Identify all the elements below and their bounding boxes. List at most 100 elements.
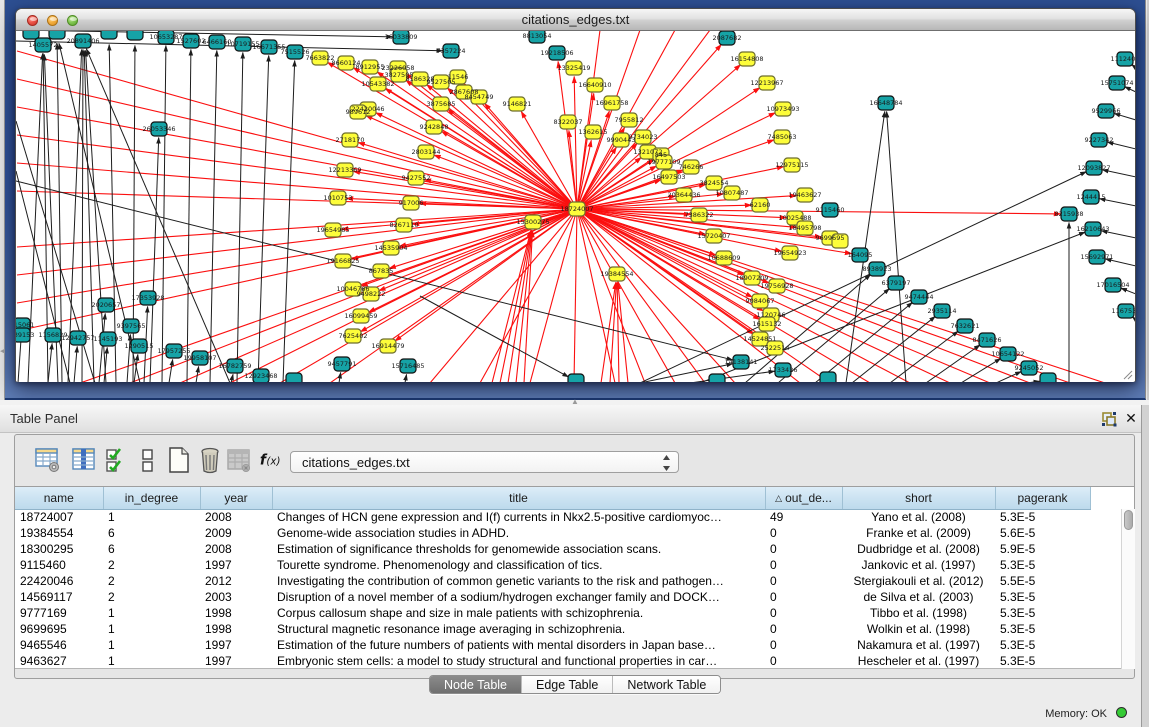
cell-name[interactable]: 18724007 bbox=[15, 509, 103, 525]
cell-short[interactable]: Jankovic et al. (1997) bbox=[842, 557, 995, 573]
cell-pagerank[interactable]: 5.3E-5 bbox=[995, 653, 1090, 669]
citation-edge-black[interactable] bbox=[109, 44, 116, 382]
cell-name[interactable]: 19384554 bbox=[15, 525, 103, 541]
cell-out_degree[interactable]: 0 bbox=[765, 653, 842, 669]
cell-year[interactable]: 2012 bbox=[200, 573, 272, 589]
graph-node[interactable] bbox=[820, 372, 836, 382]
table-row[interactable]: 969969511998Structural magnetic resonanc… bbox=[15, 621, 1120, 637]
cell-out_degree[interactable]: 49 bbox=[765, 509, 842, 525]
citation-edge-black[interactable] bbox=[16, 31, 393, 37]
cell-title[interactable]: Disruption of a novel member of a sodium… bbox=[272, 589, 765, 605]
column-header-in_degree[interactable]: in_degree bbox=[103, 487, 200, 509]
citation-edge-black[interactable] bbox=[1125, 87, 1135, 92]
cell-out_degree[interactable]: 0 bbox=[765, 605, 842, 621]
column-header-title[interactable]: title bbox=[272, 487, 765, 509]
cell-year[interactable]: 2008 bbox=[200, 509, 272, 525]
table-row[interactable]: 1830029562008Estimation of significance … bbox=[15, 541, 1120, 557]
citation-edge-black[interactable] bbox=[162, 45, 166, 382]
cell-title[interactable]: Structural magnetic resonance image aver… bbox=[272, 621, 765, 637]
cell-name[interactable]: 9465546 bbox=[15, 637, 103, 653]
cell-short[interactable]: Nakamura et al. (1997) bbox=[842, 637, 995, 653]
close-panel-icon[interactable]: ✕ bbox=[1123, 409, 1139, 427]
cell-year[interactable]: 2003 bbox=[200, 589, 272, 605]
cell-name[interactable]: 14569117 bbox=[15, 589, 103, 605]
cell-short[interactable]: de Silva et al. (2003) bbox=[842, 589, 995, 605]
cell-year[interactable]: 1998 bbox=[200, 621, 272, 637]
cell-in_degree[interactable]: 1 bbox=[103, 605, 200, 621]
citation-network-graph[interactable]: 1405572208914061065328715276026466160107… bbox=[16, 31, 1135, 382]
table-selector-dropdown[interactable]: citations_edges.txt bbox=[290, 451, 679, 473]
cell-short[interactable]: Wolkin et al. (1998) bbox=[842, 621, 995, 637]
cell-pagerank[interactable]: 5.3E-5 bbox=[995, 509, 1090, 525]
show-columns-icon[interactable] bbox=[70, 446, 98, 474]
tab-edge-table[interactable]: Edge Table bbox=[522, 676, 613, 693]
citation-edge-black[interactable] bbox=[169, 359, 173, 382]
graph-node[interactable] bbox=[709, 374, 725, 382]
cell-short[interactable]: Stergiakouli et al. (2012) bbox=[842, 573, 995, 589]
cell-short[interactable]: Dudbridge et al. (2008) bbox=[842, 541, 995, 557]
cell-title[interactable]: Changes of HCN gene expression and I(f) … bbox=[272, 509, 765, 525]
citation-edge-red[interactable] bbox=[574, 209, 577, 382]
cell-out_degree[interactable]: 0 bbox=[765, 621, 842, 637]
network-canvas[interactable]: 1405572208914061065328715276026466160107… bbox=[16, 31, 1135, 382]
table-row[interactable]: 2242004622012Investigating the contribut… bbox=[15, 573, 1120, 589]
cell-out_degree[interactable]: 0 bbox=[765, 637, 842, 653]
cell-name[interactable]: 9115460 bbox=[15, 557, 103, 573]
citation-edge-black[interactable] bbox=[890, 331, 958, 382]
citation-edge-black[interactable] bbox=[48, 343, 52, 382]
citation-edge-red[interactable] bbox=[617, 282, 619, 382]
citation-edge-black[interactable] bbox=[961, 358, 1001, 382]
cell-in_degree[interactable]: 1 bbox=[103, 509, 200, 525]
table-row[interactable]: 1872400712008Changes of HCN gene express… bbox=[15, 509, 1120, 525]
cell-title[interactable]: Embryonic stem cells: a model to study s… bbox=[272, 653, 765, 669]
table-row[interactable]: 946362711997Embryonic stem cells: a mode… bbox=[15, 653, 1120, 669]
cell-title[interactable]: Tourette syndrome. Phenomenology and cla… bbox=[272, 557, 765, 573]
table-row[interactable]: 911546021997Tourette syndrome. Phenomeno… bbox=[15, 557, 1120, 573]
table-row[interactable]: 1938455462009Genome-wide association stu… bbox=[15, 525, 1120, 541]
citation-edge-red[interactable] bbox=[530, 209, 577, 382]
cell-out_degree[interactable]: 0 bbox=[765, 589, 842, 605]
graph-node[interactable] bbox=[286, 373, 302, 382]
cell-title[interactable]: Estimation of the future numbers of pati… bbox=[272, 637, 765, 653]
cell-in_degree[interactable]: 1 bbox=[103, 637, 200, 653]
network-window-titlebar[interactable]: citations_edges.txt bbox=[16, 9, 1135, 31]
citation-edge-black[interactable] bbox=[16, 171, 70, 382]
cell-name[interactable]: 18300295 bbox=[15, 541, 103, 557]
cell-short[interactable]: Hescheler et al. (1997) bbox=[842, 653, 995, 669]
cell-out_degree[interactable]: 0 bbox=[765, 573, 842, 589]
cell-name[interactable]: 9777169 bbox=[15, 605, 103, 621]
cell-year[interactable]: 1998 bbox=[200, 605, 272, 621]
cell-pagerank[interactable]: 5.3E-5 bbox=[995, 637, 1090, 653]
citation-edge-black[interactable] bbox=[1027, 381, 1040, 382]
row-height-icon[interactable] bbox=[134, 446, 162, 474]
cell-in_degree[interactable]: 1 bbox=[103, 653, 200, 669]
function-builder-icon[interactable]: f (x) bbox=[258, 449, 286, 471]
graph-node[interactable] bbox=[101, 31, 117, 39]
column-header-out_de[interactable]: △out_de... bbox=[765, 487, 842, 509]
citation-edge-black[interactable] bbox=[237, 52, 243, 382]
graph-node[interactable] bbox=[568, 374, 584, 382]
attribute-table[interactable]: namein_degreeyeartitle△out_de...shortpag… bbox=[15, 487, 1120, 669]
table-settings-icon[interactable] bbox=[34, 446, 62, 474]
graph-node[interactable] bbox=[127, 31, 143, 40]
delete-table-icon[interactable] bbox=[196, 446, 224, 474]
cell-in_degree[interactable]: 1 bbox=[103, 621, 200, 637]
citation-edge-black[interactable] bbox=[339, 372, 341, 382]
citation-edge-black[interactable] bbox=[258, 55, 269, 382]
cell-pagerank[interactable]: 5.3E-5 bbox=[995, 589, 1090, 605]
cell-pagerank[interactable]: 5.3E-5 bbox=[995, 621, 1090, 637]
cell-in_degree[interactable]: 2 bbox=[103, 557, 200, 573]
citation-edge-black[interactable] bbox=[887, 111, 906, 382]
cell-in_degree[interactable]: 6 bbox=[103, 525, 200, 541]
cell-title[interactable]: Genome-wide association studies in ADHD. bbox=[272, 525, 765, 541]
cell-short[interactable]: Tibbo et al. (1998) bbox=[842, 605, 995, 621]
cell-pagerank[interactable]: 5.9E-5 bbox=[995, 541, 1090, 557]
select-columns-icon[interactable] bbox=[103, 446, 131, 474]
float-window-icon[interactable] bbox=[1100, 410, 1118, 428]
cell-short[interactable]: Franke et al. (2009) bbox=[842, 525, 995, 541]
citation-edge-black[interactable] bbox=[231, 374, 233, 382]
table-vertical-scrollbar[interactable] bbox=[1121, 509, 1135, 669]
citation-edge-black[interactable] bbox=[420, 296, 569, 377]
cell-title[interactable]: Investigating the contribution of common… bbox=[272, 573, 765, 589]
column-header-short[interactable]: short bbox=[842, 487, 995, 509]
